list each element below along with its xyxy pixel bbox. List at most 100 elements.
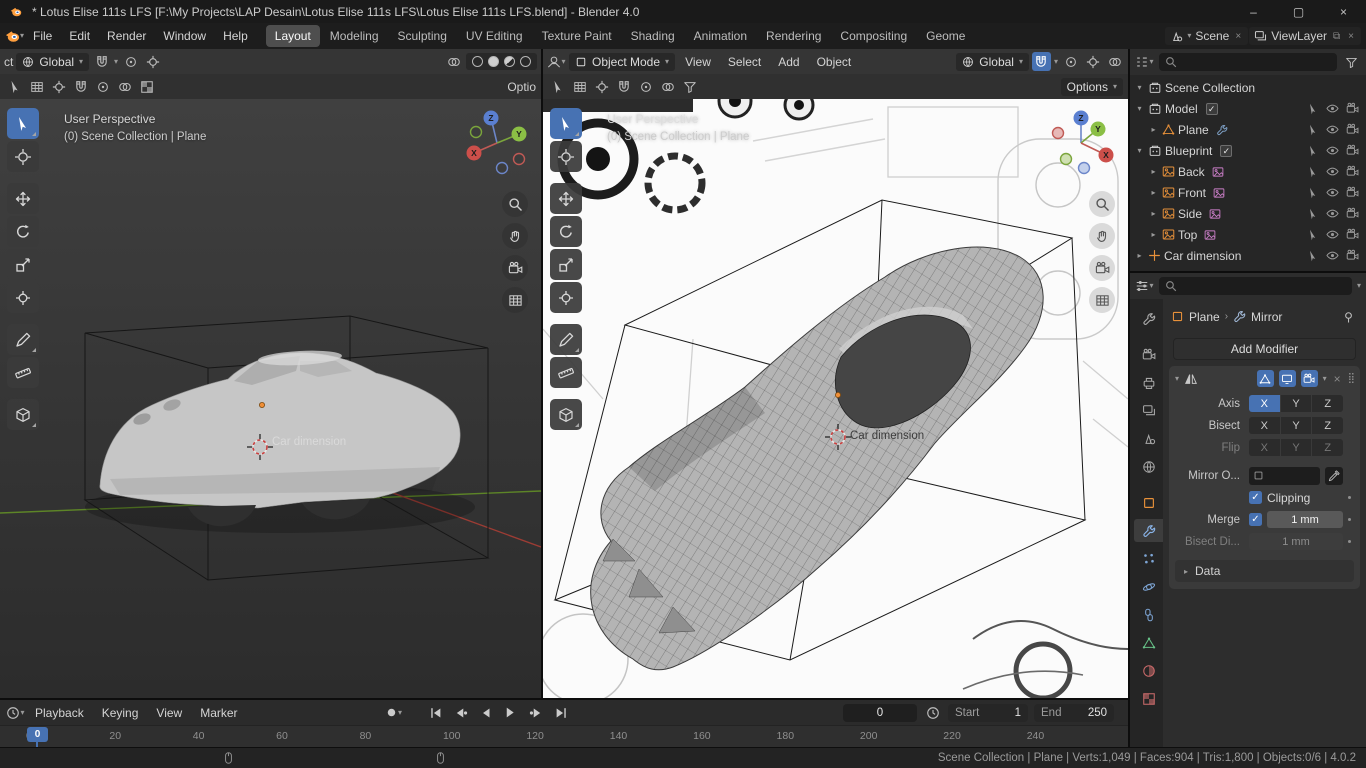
tool-settings-icon[interactable] [5,77,24,96]
selectable-icon[interactable] [1307,145,1319,157]
drag-handle-icon[interactable]: ⣿ [1348,373,1355,384]
tool-move[interactable] [550,183,582,214]
outliner-search-input[interactable] [1159,53,1337,71]
viewlayer-new-icon[interactable]: ⧉ [1331,31,1342,42]
tool-measure[interactable] [7,357,39,388]
workspace-tab[interactable]: Modeling [321,25,388,47]
selectable-icon[interactable] [1307,103,1319,115]
snap-options-caret[interactable]: ▾ [114,57,118,66]
breadcrumb-modifier[interactable]: Mirror [1251,310,1282,324]
overlays-icon[interactable] [115,77,134,96]
tab-view-layer[interactable] [1134,399,1163,422]
menubar-menu[interactable]: Render [99,26,154,46]
outliner-row-side[interactable]: ▸ Side [1130,203,1366,224]
tool-annotate[interactable] [7,324,39,355]
blender-menu-icon[interactable]: ▾ [5,27,24,46]
gizmo-minus-x[interactable] [512,152,526,166]
menubar-menu[interactable]: File [25,26,60,46]
playhead[interactable]: 0 [27,727,48,747]
camera-view-icon[interactable] [1089,255,1115,281]
transform-orientation-icon[interactable] [49,77,68,96]
scene-selector[interactable]: ▾ Scene × [1165,27,1249,45]
transform-orientation-icon[interactable] [592,77,611,96]
collection-checkbox[interactable]: ✓ [1220,144,1233,157]
selectable-icon[interactable] [1307,208,1319,220]
eyedropper-icon[interactable] [1325,466,1343,485]
flip-y-toggle[interactable]: Y [1280,439,1312,456]
shading-solid-icon[interactable] [488,56,499,67]
workspace-tab[interactable]: Animation [685,25,756,47]
jump-to-end-button[interactable] [550,703,572,722]
tab-tool[interactable] [1134,307,1163,330]
tab-object[interactable] [1134,491,1163,514]
flip-z-toggle[interactable]: Z [1312,439,1344,456]
ortho-grid-icon[interactable] [502,287,528,313]
close-button[interactable]: × [1321,0,1366,23]
minimize-button[interactable]: – [1231,0,1276,23]
viewport-menu[interactable]: Add [771,52,806,72]
merge-checkbox[interactable]: ✓ [1249,513,1262,526]
menubar-menu[interactable]: Window [155,26,214,46]
options-truncated[interactable]: Optio [507,80,536,94]
snapping-icon[interactable] [71,77,90,96]
proportional-edit-icon[interactable] [1061,52,1080,71]
selectable-icon[interactable] [1307,166,1319,178]
axis-z-toggle[interactable]: Z [1312,395,1344,412]
ortho-grid-icon[interactable] [1089,287,1115,313]
tab-particles[interactable] [1134,547,1163,570]
use-preview-range-icon[interactable] [923,703,942,722]
mode-dropdown[interactable]: Object Mode ▾ [569,52,676,71]
tool-settings-icon[interactable] [548,77,567,96]
tab-output[interactable] [1134,371,1163,394]
tool-rotate[interactable] [7,216,39,247]
viewport-menu[interactable]: View [678,52,718,72]
breadcrumb-object[interactable]: Plane [1189,310,1220,324]
workspace-tab[interactable]: Sculpting [389,25,456,47]
zoom-icon[interactable] [502,191,528,217]
axis-y-toggle[interactable]: Y [1280,395,1312,412]
render-camera-icon[interactable] [1346,228,1359,241]
viewport-left-canvas[interactable]: User Perspective (0) Scene Collection | … [0,99,541,698]
tool-annotate[interactable] [550,324,582,355]
properties-search-input[interactable] [1159,277,1352,295]
timeline-menu[interactable]: Playback [27,703,92,723]
render-camera-icon[interactable] [1346,144,1359,157]
mirror-object-field[interactable] [1249,466,1320,485]
outliner-row-blueprint[interactable]: ▾ Blueprint ✓ [1130,140,1366,161]
show-gizmo-icon[interactable] [1105,52,1124,71]
viewlayer-remove-icon[interactable]: × [1346,31,1356,42]
workspace-tab[interactable]: Texture Paint [533,25,621,47]
filter-icon[interactable] [680,77,699,96]
workspace-tab[interactable]: UV Editing [457,25,532,47]
shading-material-icon[interactable] [504,56,515,67]
proportional-icon[interactable] [93,77,112,96]
tab-modifiers[interactable] [1134,519,1163,542]
orientation-dropdown[interactable]: Global ▾ [956,52,1029,71]
menubar-menu[interactable]: Edit [61,26,98,46]
tool-select-box[interactable] [7,108,39,139]
selectable-icon[interactable] [1307,187,1319,199]
outliner-row-model[interactable]: ▾ Model ✓ [1130,98,1366,119]
pan-hand-icon[interactable] [1089,223,1115,249]
axis-x-toggle[interactable]: X [1249,395,1280,412]
data-subpanel-header[interactable]: ▸ Data [1175,560,1354,582]
camera-view-icon[interactable] [502,255,528,281]
gizmo-minus-z[interactable] [1077,161,1091,175]
select-mode-icon[interactable] [27,77,46,96]
options-dropdown[interactable]: Options ▾ [1060,77,1123,96]
bisect-z-toggle[interactable]: Z [1312,417,1344,434]
xray-icon[interactable] [137,77,156,96]
viewlayer-selector[interactable]: ViewLayer ⧉ × [1249,27,1361,45]
add-modifier-button[interactable]: Add Modifier [1173,338,1356,360]
workspace-tab-layout[interactable]: Layout [265,25,320,47]
show-render-icon[interactable] [1300,370,1318,387]
navigation-gizmo[interactable]: Z Y X [1048,107,1120,179]
animate-dot[interactable] [1348,496,1351,499]
tab-render[interactable] [1134,343,1163,366]
render-camera-icon[interactable] [1346,123,1359,136]
render-camera-icon[interactable] [1346,207,1359,220]
select-mode-icon[interactable] [570,77,589,96]
gizmo-minus-y[interactable] [1059,152,1073,166]
pan-hand-icon[interactable] [502,223,528,249]
snap-magnet-icon[interactable] [1031,52,1051,71]
